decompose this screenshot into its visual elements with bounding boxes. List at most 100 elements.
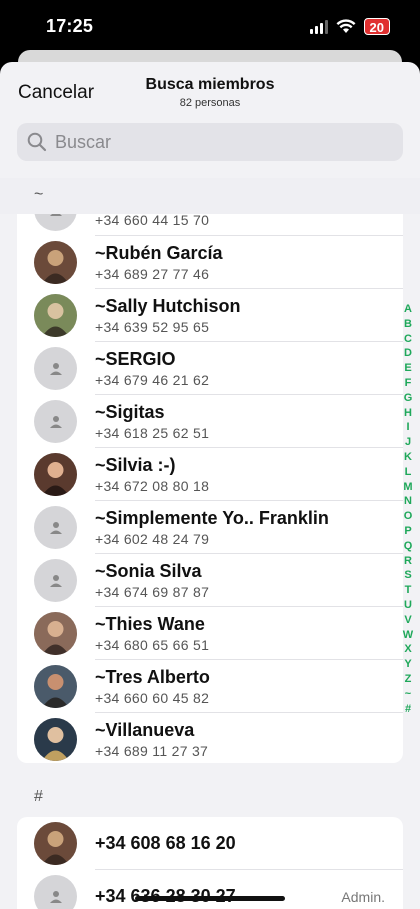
person-icon xyxy=(49,890,62,903)
avatar xyxy=(34,875,77,909)
signal-icon xyxy=(309,19,328,34)
index-letter[interactable]: P xyxy=(404,524,411,539)
contact-phone: +34 674 69 87 87 xyxy=(95,584,210,600)
avatar xyxy=(34,506,77,549)
index-letter[interactable]: Z xyxy=(405,672,412,687)
index-letter[interactable]: U xyxy=(404,598,412,613)
contact-phone: +34 679 46 21 62 xyxy=(95,372,210,388)
avatar xyxy=(34,612,77,655)
index-letter[interactable]: V xyxy=(404,613,411,628)
index-letter[interactable]: H xyxy=(404,406,412,421)
person-icon xyxy=(49,362,62,375)
index-letter[interactable]: G xyxy=(404,391,413,406)
wifi-icon xyxy=(336,19,356,33)
avatar xyxy=(34,453,77,496)
contact-phone: +34 602 48 24 79 xyxy=(95,531,210,547)
list-item[interactable]: +34 636 28 30 27Admin. xyxy=(17,870,403,909)
index-letter[interactable]: N xyxy=(404,494,412,509)
search-input[interactable]: Buscar xyxy=(17,123,403,161)
contact-name: ~Simplemente Yo.. Franklin xyxy=(95,508,329,528)
index-letter[interactable]: ~ xyxy=(405,687,411,702)
contact-photo xyxy=(34,453,77,496)
avatar xyxy=(34,718,77,761)
contact-name: ~Sigitas xyxy=(95,402,165,422)
list-item[interactable]: ~Simplemente Yo.. Franklin +34 602 48 24 … xyxy=(17,501,403,554)
avatar xyxy=(34,822,77,865)
contact-phone: +34 618 25 62 51 xyxy=(95,425,210,441)
index-letter[interactable]: W xyxy=(403,628,413,643)
index-letter[interactable]: L xyxy=(405,465,412,480)
contact-phone: +34 660 60 45 82 xyxy=(95,690,210,706)
index-letter[interactable]: J xyxy=(405,435,411,450)
index-letter[interactable]: Y xyxy=(404,657,411,672)
contact-name: ~SERGIO xyxy=(95,349,176,369)
index-letter[interactable]: S xyxy=(404,568,411,583)
alphabet-index[interactable]: A B C D E F G H I J K L M N O P Q R S T U V W X Y Z ~ # xyxy=(400,302,416,716)
list-item[interactable]: ~SERGIO +34 679 46 21 62 xyxy=(17,342,403,395)
avatar xyxy=(34,400,77,443)
index-letter[interactable]: Q xyxy=(404,539,413,554)
list-item[interactable]: ~Rubén García +34 689 27 77 46 xyxy=(17,236,403,289)
contact-phone: +34 680 65 66 51 xyxy=(95,637,210,653)
index-letter[interactable]: O xyxy=(404,509,413,524)
index-letter[interactable]: R xyxy=(404,554,412,569)
contact-phone: +34 689 11 27 37 xyxy=(95,743,209,759)
contact-name: ~Sonia Silva xyxy=(95,561,202,581)
contact-photo xyxy=(34,822,77,865)
contact-name: ~Villanueva xyxy=(95,720,195,740)
contact-photo xyxy=(34,665,77,708)
contact-name: ~Rubén García xyxy=(95,243,223,263)
sheet-header: Busca miembros 82 personas xyxy=(0,76,420,109)
person-icon xyxy=(49,415,62,428)
search-icon xyxy=(27,132,47,152)
index-letter[interactable]: E xyxy=(404,361,411,376)
home-indicator[interactable] xyxy=(135,896,285,901)
member-count: 82 personas xyxy=(179,97,241,109)
index-letter[interactable]: K xyxy=(404,450,412,465)
index-letter[interactable]: D xyxy=(404,346,412,361)
contact-name: ~Sally Hutchison xyxy=(95,296,241,316)
sheet-title: Busca miembros xyxy=(145,76,275,93)
list-item[interactable]: ~Sonia Silva +34 674 69 87 87 xyxy=(17,554,403,607)
contact-phone: +34 672 08 80 18 xyxy=(95,478,210,494)
admin-badge: Admin. xyxy=(341,889,385,905)
contact-phone: +34 639 52 95 65 xyxy=(95,319,210,335)
index-letter[interactable]: T xyxy=(405,583,412,598)
index-letter[interactable]: B xyxy=(404,317,412,332)
index-letter[interactable]: I xyxy=(406,420,409,435)
index-letter[interactable]: X xyxy=(404,642,411,657)
list-item[interactable]: +34 608 68 16 20 xyxy=(17,817,403,870)
avatar xyxy=(34,665,77,708)
person-icon xyxy=(49,574,62,587)
index-letter[interactable]: M xyxy=(403,480,412,495)
index-letter[interactable]: # xyxy=(405,702,411,717)
list-item[interactable]: ~Silvia :-) +34 672 08 80 18 xyxy=(17,448,403,501)
avatar xyxy=(34,294,77,337)
member-search-sheet: Cancelar Busca miembros 82 personas Busc… xyxy=(0,62,420,909)
list-item[interactable]: ~Sally Hutchison +34 639 52 95 65 xyxy=(17,289,403,342)
search-placeholder: Buscar xyxy=(55,131,112,152)
avatar xyxy=(34,347,77,390)
contact-photo xyxy=(34,612,77,655)
status-icons: 20 xyxy=(309,18,390,35)
battery-indicator: 20 xyxy=(363,18,390,35)
contacts-card-tilde: +34 660 44 15 70 ~Rubén García +34 689 27… xyxy=(17,202,403,763)
status-time: 17:25 xyxy=(46,16,94,36)
section-header-tilde: ~ xyxy=(0,178,420,214)
status-bar: 17:25 20 xyxy=(0,0,420,56)
contact-photo xyxy=(34,294,77,337)
contact-name: ~Tres Alberto xyxy=(95,667,210,687)
index-letter[interactable]: A xyxy=(404,302,412,317)
person-icon xyxy=(49,521,62,534)
list-item[interactable]: ~Villanueva +34 689 11 27 37 xyxy=(17,713,403,763)
index-letter[interactable]: F xyxy=(405,376,412,391)
avatar xyxy=(34,559,77,602)
contact-name: ~Thies Wane xyxy=(95,614,205,634)
list-item[interactable]: ~Thies Wane +34 680 65 66 51 xyxy=(17,607,403,660)
contact-photo xyxy=(34,241,77,284)
contact-number: +34 608 68 16 20 xyxy=(95,833,236,853)
list-item[interactable]: ~Tres Alberto +34 660 60 45 82 xyxy=(17,660,403,713)
list-item[interactable]: ~Sigitas +34 618 25 62 51 xyxy=(17,395,403,448)
index-letter[interactable]: C xyxy=(404,332,412,347)
contact-phone: +34 689 27 77 46 xyxy=(95,266,210,282)
